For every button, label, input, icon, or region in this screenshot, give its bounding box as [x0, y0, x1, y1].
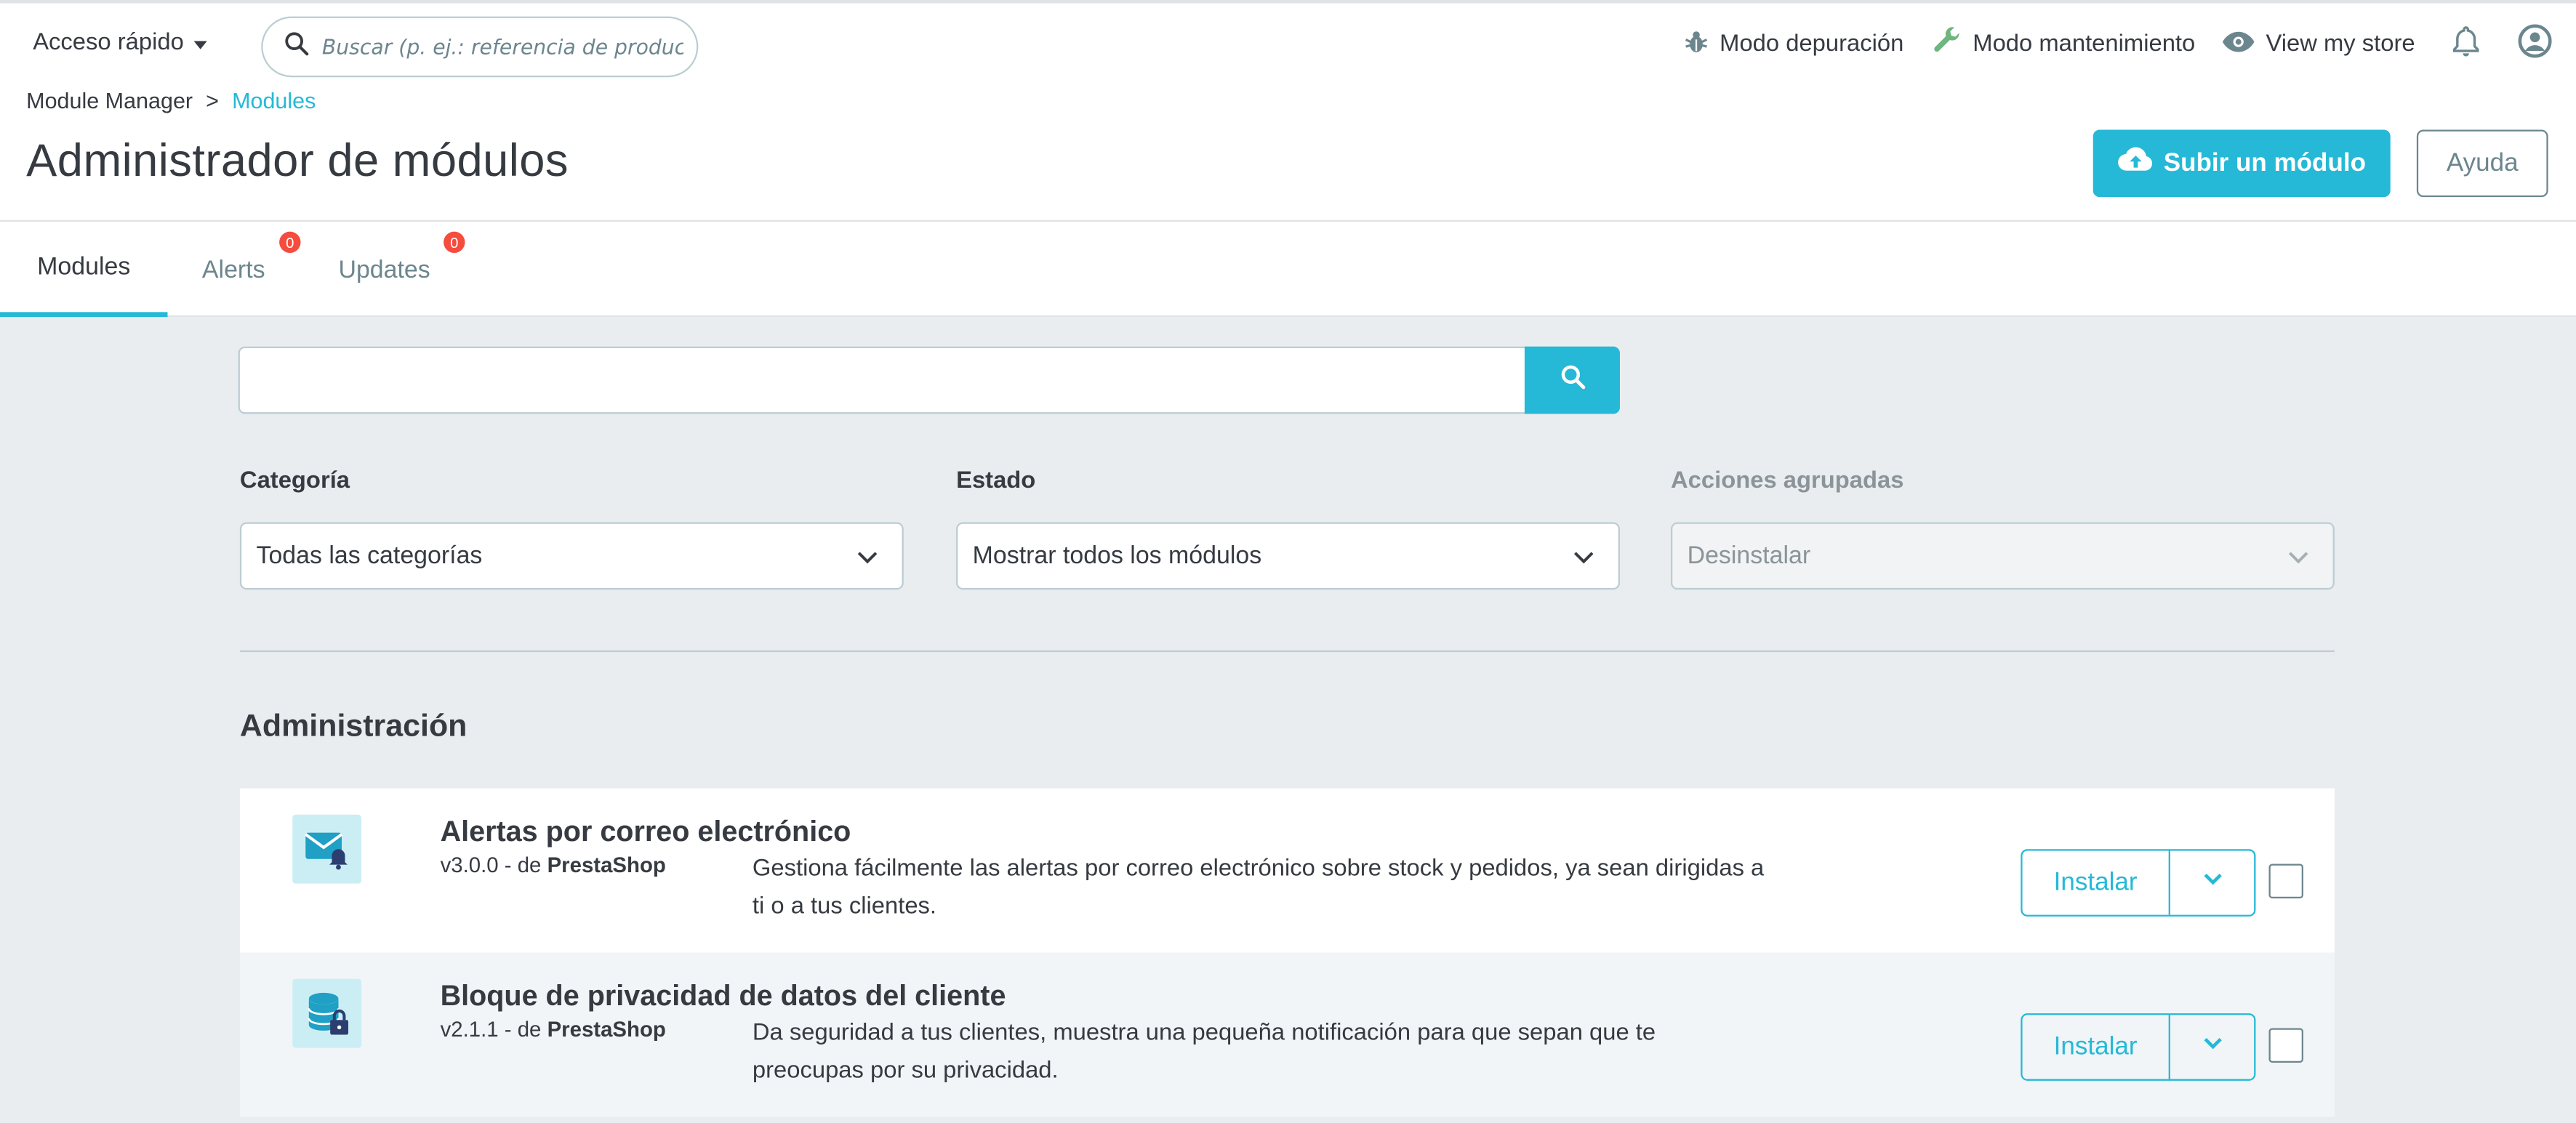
bulk-actions-select: Desinstalar	[1671, 522, 2335, 590]
alerts-count-badge: 0	[279, 231, 301, 253]
breadcrumb-current[interactable]: Modules	[232, 89, 316, 113]
view-store-link[interactable]: View my store	[2221, 29, 2415, 60]
bulk-actions-label: Acciones agrupadas	[1671, 467, 1904, 495]
install-button[interactable]: Instalar	[2023, 1015, 2170, 1079]
module-meta: v3.0.0 - de PrestaShop	[441, 853, 666, 877]
module-select-checkbox[interactable]	[2268, 864, 2303, 899]
category-select[interactable]: Todas las categorías	[239, 522, 904, 590]
mail-alert-icon	[292, 814, 362, 884]
view-store-label: View my store	[2266, 31, 2415, 58]
quick-access-label: Acceso rápido	[33, 29, 184, 56]
install-dropdown-toggle[interactable]	[2170, 850, 2254, 914]
user-circle-icon	[2517, 23, 2553, 66]
global-search-input[interactable]	[321, 34, 683, 60]
tab-alerts-label: Alerts	[201, 255, 265, 283]
category-select-value: Todas las categorías	[256, 542, 483, 571]
module-row: Alertas por correo electrónico v3.0.0 - …	[239, 788, 2335, 953]
install-button-group: Instalar	[2021, 1013, 2256, 1081]
module-select-checkbox[interactable]	[2268, 1028, 2303, 1063]
breadcrumb-separator: >	[206, 89, 219, 113]
notifications-button[interactable]	[2451, 25, 2481, 64]
wrench-icon	[1930, 25, 1963, 64]
divider	[239, 650, 2335, 653]
chevron-down-icon	[2201, 1031, 2224, 1063]
module-author: PrestaShop	[547, 1016, 666, 1042]
search-icon	[283, 29, 310, 65]
chevron-down-icon	[856, 545, 879, 575]
debug-mode-link[interactable]: Modo depuración	[1682, 27, 1903, 61]
module-row: Bloque de privacidad de datos del client…	[239, 952, 2335, 1117]
tabs-bar: Modules Alerts 0 Updates 0	[0, 222, 2576, 318]
upload-module-label: Subir un módulo	[2163, 148, 2366, 177]
chevron-down-icon	[2287, 545, 2310, 575]
upload-module-button[interactable]: Subir un módulo	[2093, 129, 2391, 198]
status-select[interactable]: Mostrar todos los módulos	[956, 522, 1620, 590]
install-button-group: Instalar	[2021, 849, 2256, 917]
eye-icon	[2221, 29, 2255, 60]
module-search-button[interactable]	[1524, 346, 1620, 414]
tab-alerts[interactable]: Alerts 0	[201, 222, 301, 317]
bulk-actions-value: Desinstalar	[1687, 542, 1811, 571]
page-title: Administrador de módulos	[26, 134, 569, 186]
breadcrumb: Module Manager > Modules	[26, 89, 316, 113]
maintenance-mode-link[interactable]: Modo mantenimiento	[1930, 25, 2196, 64]
quick-access-dropdown[interactable]: Acceso rápido	[33, 29, 207, 56]
module-name[interactable]: Alertas por correo electrónico	[441, 815, 851, 849]
chevron-down-icon	[1572, 545, 1595, 575]
category-filter-label: Categoría	[239, 467, 350, 495]
maintenance-mode-label: Modo mantenimiento	[1973, 31, 2196, 58]
status-filter-label: Estado	[956, 467, 1036, 495]
search-icon	[1558, 362, 1586, 398]
tab-updates-label: Updates	[338, 255, 430, 283]
module-description: Da seguridad a tus clientes, muestra una…	[752, 1020, 1656, 1084]
tab-updates[interactable]: Updates 0	[338, 222, 465, 317]
install-button[interactable]: Instalar	[2023, 850, 2170, 915]
module-name[interactable]: Bloque de privacidad de datos del client…	[441, 979, 1006, 1013]
caret-down-icon	[193, 40, 207, 49]
tab-modules[interactable]: Modules	[0, 222, 168, 318]
tab-modules-label: Modules	[37, 252, 131, 281]
bell-icon	[2451, 25, 2481, 64]
top-links: Modo depuración Modo mantenimiento View …	[1682, 23, 2553, 66]
cloud-upload-icon	[2117, 146, 2154, 180]
module-search-input[interactable]	[238, 346, 1620, 414]
module-version: v2.1.1 - de	[440, 1016, 542, 1042]
status-select-value: Mostrar todos los módulos	[972, 542, 1262, 571]
global-search[interactable]	[261, 16, 699, 78]
chevron-down-icon	[2201, 867, 2224, 898]
module-description: Gestiona fácilmente las alertas por corr…	[752, 856, 1765, 919]
module-meta: v2.1.1 - de PrestaShop	[441, 1017, 666, 1042]
database-lock-icon	[292, 978, 362, 1048]
module-version: v3.0.0 - de	[440, 852, 542, 877]
account-button[interactable]	[2517, 23, 2553, 66]
breadcrumb-parent[interactable]: Module Manager	[26, 89, 193, 113]
debug-mode-label: Modo depuración	[1720, 31, 1904, 58]
module-author: PrestaShop	[547, 852, 666, 877]
updates-count-badge: 0	[444, 231, 465, 253]
top-header: Acceso rápido Modo depuración Modo mante…	[0, 0, 2576, 222]
install-dropdown-toggle[interactable]	[2170, 1015, 2254, 1079]
section-title: Administración	[239, 709, 468, 744]
bug-icon	[1682, 27, 1709, 61]
help-button[interactable]: Ayuda	[2416, 129, 2548, 198]
